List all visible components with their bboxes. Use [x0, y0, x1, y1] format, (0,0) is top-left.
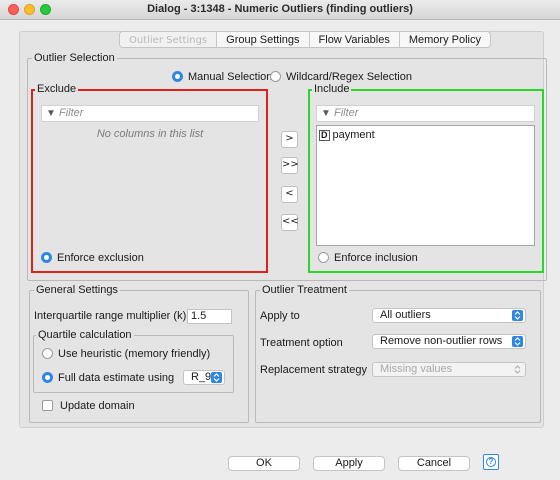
title-bar: Dialog - 3:1348 - Numeric Outliers (find… — [0, 0, 560, 20]
heuristic-option[interactable]: Use heuristic (memory friendly) — [42, 348, 210, 360]
wildcard-selection-label: Wildcard/Regex Selection — [286, 71, 412, 83]
update-domain-label: Update domain — [60, 400, 135, 412]
wildcard-selection-radio[interactable] — [270, 71, 281, 82]
include-filter-input[interactable]: ▼ Filter — [316, 105, 535, 122]
outlier-treatment-group: Outlier Treatment — [255, 285, 541, 423]
general-settings-legend: General Settings — [36, 284, 118, 296]
chevron-updown-icon — [512, 364, 523, 375]
heuristic-label: Use heuristic (memory friendly) — [58, 348, 211, 360]
enforce-inclusion-label: Enforce inclusion — [334, 252, 418, 264]
manual-selection-radio[interactable] — [172, 71, 183, 82]
filter-icon: ▼ — [46, 108, 56, 119]
ok-button[interactable]: OK — [228, 456, 300, 471]
full-estimate-radio[interactable] — [42, 372, 53, 383]
filter-icon: ▼ — [321, 108, 331, 119]
outlier-treatment-legend: Outlier Treatment — [262, 284, 347, 296]
exclude-filter-input[interactable]: ▼ Filter — [41, 105, 259, 122]
treatment-option-select[interactable]: Remove non-outlier rows — [372, 334, 526, 349]
update-domain-option[interactable]: Update domain — [42, 400, 135, 412]
apply-to-label: Apply to — [260, 310, 300, 322]
iqr-multiplier-label: Interquartile range multiplier (k) — [34, 310, 187, 322]
update-domain-checkbox[interactable] — [42, 400, 53, 411]
cancel-button[interactable]: Cancel — [398, 456, 470, 471]
enforce-inclusion-option[interactable]: Enforce inclusion — [318, 252, 418, 264]
manual-selection-option[interactable]: Manual Selection — [172, 71, 272, 83]
full-estimate-option[interactable]: Full data estimate using — [42, 372, 174, 384]
replacement-strategy-label: Replacement strategy — [260, 364, 367, 376]
include-list[interactable]: Dpayment — [316, 125, 535, 246]
treatment-option-value: Remove non-outlier rows — [380, 335, 503, 347]
outlier-selection-legend: Outlier Selection — [34, 52, 115, 64]
exclude-empty-message: No columns in this list — [96, 128, 204, 140]
enforce-exclusion-radio[interactable] — [41, 252, 52, 263]
tab-bar: Outlier Settings Group Settings Flow Var… — [119, 31, 491, 48]
help-button[interactable]: ? — [483, 454, 499, 470]
apply-button[interactable]: Apply — [313, 456, 385, 471]
tab-outlier-settings[interactable]: Outlier Settings — [120, 32, 218, 47]
help-icon: ? — [486, 457, 496, 467]
wildcard-selection-option[interactable]: Wildcard/Regex Selection — [270, 71, 412, 83]
enforce-inclusion-radio[interactable] — [318, 252, 329, 263]
manual-selection-label: Manual Selection — [188, 71, 273, 83]
apply-to-select[interactable]: All outliers — [372, 308, 526, 323]
move-right-button[interactable]: > — [281, 131, 298, 148]
chevron-updown-icon — [211, 372, 222, 383]
move-all-right-button[interactable]: >> — [281, 157, 299, 174]
estimator-value: R_9 — [191, 371, 212, 383]
iqr-multiplier-input[interactable]: 1.5 — [187, 309, 232, 324]
tab-memory-policy[interactable]: Memory Policy — [400, 32, 490, 47]
enforce-exclusion-option[interactable]: Enforce exclusion — [41, 252, 144, 264]
replacement-strategy-value: Missing values — [380, 363, 453, 375]
enforce-exclusion-label: Enforce exclusion — [57, 252, 144, 264]
exclude-legend: Exclude — [37, 83, 77, 95]
chevron-updown-icon — [512, 310, 523, 321]
full-estimate-label: Full data estimate using — [58, 372, 175, 384]
move-left-button[interactable]: < — [281, 186, 298, 203]
quartile-calculation-legend: Quartile calculation — [38, 329, 132, 341]
tab-flow-variables[interactable]: Flow Variables — [310, 32, 400, 47]
treatment-option-label: Treatment option — [260, 337, 343, 349]
replacement-strategy-select[interactable]: Missing values — [372, 362, 526, 377]
include-legend: Include — [314, 83, 350, 95]
window-title: Dialog - 3:1348 - Numeric Outliers (find… — [147, 3, 413, 15]
chevron-updown-icon — [512, 336, 523, 347]
column-name: payment — [332, 129, 375, 141]
tab-group-settings[interactable]: Group Settings — [217, 32, 310, 47]
estimator-select[interactable]: R_9 — [183, 370, 225, 385]
apply-to-value: All outliers — [380, 309, 431, 321]
move-all-left-button[interactable]: << — [281, 214, 299, 231]
double-type-icon: D — [319, 130, 330, 141]
list-item[interactable]: Dpayment — [317, 126, 534, 144]
heuristic-radio[interactable] — [42, 348, 53, 359]
include-filter-placeholder: Filter — [333, 107, 359, 119]
exclude-filter-placeholder: Filter — [58, 107, 84, 119]
